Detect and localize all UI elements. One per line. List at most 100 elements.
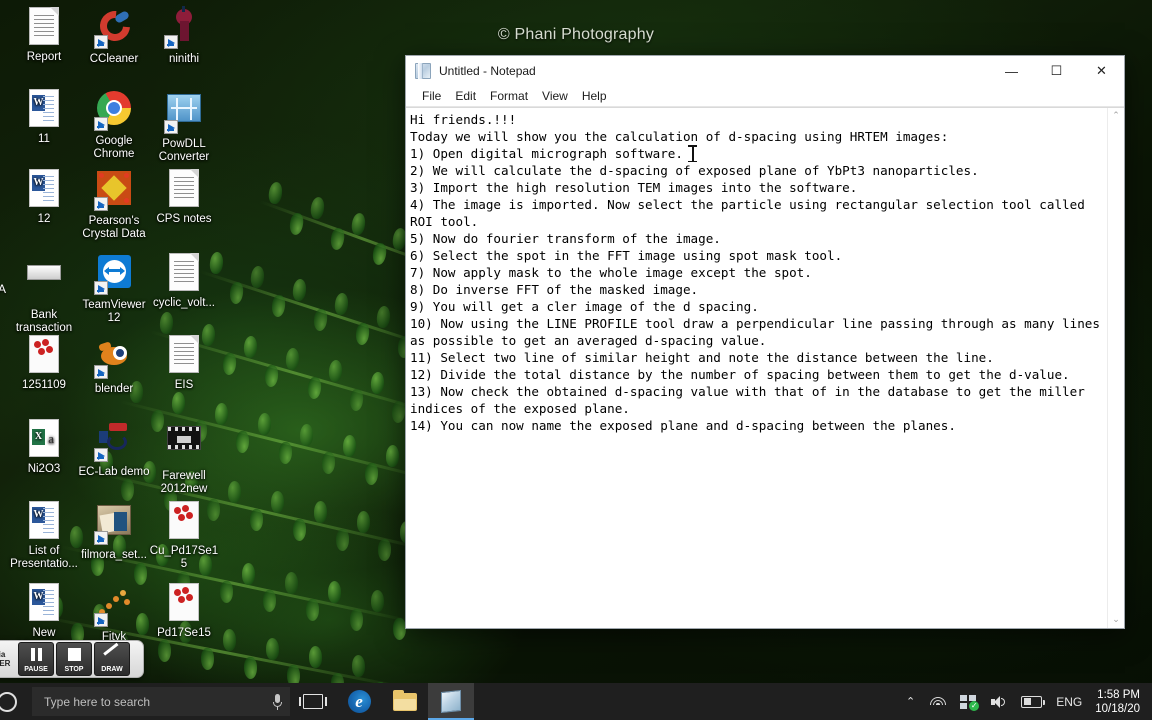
- recorder-pause-label: PAUSE: [24, 666, 48, 673]
- wallpaper-leaflet: [292, 519, 305, 541]
- wallpaper-leaflet: [321, 452, 335, 474]
- desktop-icon[interactable]: 1251109: [8, 334, 80, 392]
- wallpaper-leaflet: [309, 646, 322, 668]
- menu-item-view[interactable]: View: [535, 87, 575, 105]
- desktop-icon[interactable]: W List of Presentatio...: [8, 500, 80, 571]
- language-indicator[interactable]: ENG: [1049, 695, 1089, 709]
- desktop-icon[interactable]: blender: [78, 334, 150, 396]
- scroll-up-arrow-icon[interactable]: ⌃: [1112, 108, 1120, 124]
- desktop-icon[interactable]: W 11: [8, 88, 80, 146]
- recorder-draw-button[interactable]: DRAW: [94, 642, 130, 676]
- word-document-icon: W: [29, 89, 59, 127]
- desktop-icon-label: Bank transaction: [8, 309, 80, 335]
- desktop-icon[interactable]: TeamViewer 12: [78, 252, 150, 325]
- clock-time: 1:58 PM: [1095, 688, 1140, 702]
- desktop-icon-label: EIS: [148, 379, 220, 392]
- taskbar-item-task-view[interactable]: [290, 683, 336, 720]
- menu-item-edit[interactable]: Edit: [448, 87, 483, 105]
- desktop-icon[interactable]: Bank transaction: [8, 252, 80, 335]
- desktop-icon-glyph: [164, 94, 204, 134]
- microphone-icon[interactable]: [273, 694, 282, 710]
- shortcut-arrow-icon: [94, 448, 108, 462]
- menu-item-file[interactable]: File: [415, 87, 448, 105]
- desktop-icon-grid: Report CCleaner ninithi W 11 Google Chrome Pow…: [0, 0, 230, 660]
- desktop-icon[interactable]: ninithi: [148, 6, 220, 66]
- wallpaper-leaflet: [328, 581, 341, 603]
- desktop-icon-label: EC-Lab demo: [78, 466, 150, 479]
- system-tray[interactable]: ⌃ ✓ ENG 1:58 PM 10/18/20: [899, 683, 1152, 720]
- taskbar-item-microsoft-edge[interactable]: e: [336, 683, 382, 720]
- desktop-icon[interactable]: Farewell 2012new: [148, 418, 220, 496]
- notepad-editor-area[interactable]: Hi friends.!!! Today we will show you th…: [406, 107, 1124, 628]
- start-button[interactable]: [0, 683, 30, 720]
- desktop-icon-glyph: W: [24, 169, 64, 209]
- taskbar-item-notepad[interactable]: [428, 683, 474, 720]
- notepad-titlebar[interactable]: Untitled - Notepad — ☐ ✕: [406, 56, 1124, 86]
- wallpaper-leaflet: [244, 657, 257, 679]
- wallpaper-leaflet: [355, 322, 370, 345]
- search-input[interactable]: Type here to search: [32, 687, 290, 716]
- recorder-stop-button[interactable]: STOP: [56, 642, 92, 676]
- desktop-icon[interactable]: Pd17Se15: [148, 582, 220, 640]
- video-file-icon: [167, 426, 201, 450]
- desktop-icon[interactable]: CCleaner: [78, 6, 150, 66]
- desktop-icon-glyph: [94, 255, 134, 295]
- text-document-icon: [169, 253, 199, 291]
- desktop-icon-glyph: [94, 505, 134, 545]
- word-document-icon: W: [29, 583, 59, 621]
- desktop-icon[interactable]: Cu_Pd17Se15: [148, 500, 220, 571]
- menu-item-help[interactable]: Help: [575, 87, 614, 105]
- volume-icon[interactable]: [984, 695, 1014, 709]
- wallpaper-leaflet: [242, 563, 255, 585]
- desktop-icon[interactable]: filmora_set...: [78, 500, 150, 562]
- desktop-icon[interactable]: W 12: [8, 168, 80, 226]
- wallpaper-leaflet: [286, 348, 301, 371]
- screen-recorder-toolbar[interactable]: ia DER PAUSE STOP DRAW: [0, 640, 144, 678]
- wallpaper-leaflet: [292, 279, 307, 302]
- desktop-icon[interactable]: EIS: [148, 334, 220, 392]
- desktop-icon[interactable]: EC-Lab demo: [78, 418, 150, 479]
- desktop-icon-glyph: [164, 253, 204, 293]
- wifi-icon[interactable]: [922, 695, 953, 708]
- vertical-scrollbar[interactable]: ⌃ ⌄: [1107, 108, 1124, 628]
- shortcut-arrow-icon: [94, 613, 108, 627]
- network-status-icon[interactable]: ✓: [953, 695, 984, 709]
- notepad-window[interactable]: Untitled - Notepad — ☐ ✕ File Edit Format V…: [405, 55, 1125, 629]
- windows-taskbar[interactable]: Type here to search e ⌃ ✓ ENG 1:58 PM 10…: [0, 683, 1152, 720]
- window-controls: — ☐ ✕: [989, 56, 1124, 86]
- clock[interactable]: 1:58 PM 10/18/20: [1089, 688, 1148, 716]
- notepad-menubar[interactable]: File Edit Format View Help: [406, 86, 1124, 107]
- wallpaper-leaflet: [228, 481, 241, 503]
- battery-icon[interactable]: [1014, 696, 1049, 708]
- show-hidden-icons-button[interactable]: ⌃: [899, 695, 922, 708]
- desktop-icon[interactable]: PowDLL Converter: [148, 88, 220, 164]
- shortcut-arrow-icon: [94, 117, 108, 131]
- text-document-icon: [169, 335, 199, 373]
- minimize-button[interactable]: —: [989, 56, 1034, 86]
- notepad-text-content[interactable]: Hi friends.!!! Today we will show you th…: [406, 108, 1107, 628]
- wallpaper-leaflet: [334, 292, 349, 315]
- desktop-icon-label: Report: [8, 51, 80, 64]
- menu-item-format[interactable]: Format: [483, 87, 535, 105]
- scroll-down-arrow-icon[interactable]: ⌄: [1112, 612, 1120, 628]
- desktop-icon-label: Pearson's Crystal Data: [78, 215, 150, 241]
- maximize-button[interactable]: ☐: [1034, 56, 1079, 86]
- desktop-icon[interactable]: Fityk: [78, 582, 150, 644]
- close-button[interactable]: ✕: [1079, 56, 1124, 86]
- wallpaper-leaflet: [343, 434, 357, 456]
- desktop-icon-label: Farewell 2012new: [148, 470, 220, 496]
- desktop-icon[interactable]: Report: [8, 6, 80, 64]
- recorder-pause-button[interactable]: PAUSE: [18, 642, 54, 676]
- desktop-icon[interactable]: Xa Ni2O3: [8, 418, 80, 476]
- wallpaper-leaflet: [309, 197, 325, 221]
- desktop-icon[interactable]: CPS notes: [148, 168, 220, 226]
- desktop-icon-label: Google Chrome: [78, 135, 150, 161]
- desktop-icon[interactable]: Pearson's Crystal Data: [78, 168, 150, 241]
- desktop-icon[interactable]: Google Chrome: [78, 88, 150, 161]
- shortcut-arrow-icon: [164, 35, 178, 49]
- taskbar-item-file-explorer[interactable]: [382, 683, 428, 720]
- wallpaper-leaflet: [349, 389, 364, 412]
- desktop-icon-glyph: [164, 335, 204, 375]
- desktop-icon[interactable]: cyclic_volt...: [148, 252, 220, 310]
- bank-file-icon: [27, 265, 61, 280]
